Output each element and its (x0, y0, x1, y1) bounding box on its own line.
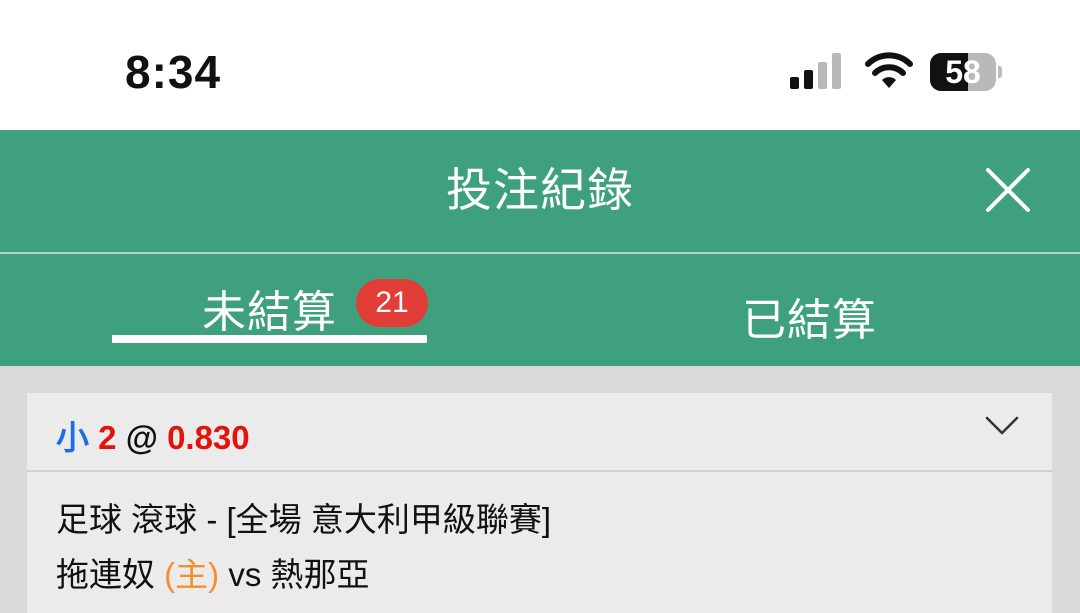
tab-unsettled[interactable]: 未結算 21 (0, 254, 540, 366)
chevron-down-icon[interactable] (985, 415, 1019, 437)
tab-settled[interactable]: 已結算 (540, 254, 1080, 366)
unsettled-count-badge: 21 (356, 279, 428, 327)
bet-summary-row[interactable]: 小 2 @ 0.830 (27, 393, 1052, 470)
tab-bar: 未結算 21 已結算 (0, 254, 1080, 366)
bet-selection: 小 (56, 419, 89, 456)
bet-card: 小 2 @ 0.830 足球 滾球 - [全場 意大利甲級聯賽] 拖連奴 (主)… (27, 393, 1052, 613)
battery-icon: 58 (930, 53, 1002, 91)
bet-line: 2 (98, 419, 117, 456)
home-tag: (主) (164, 556, 220, 593)
tab-unsettled-label: 未結算 (202, 288, 337, 337)
page-title: 投注紀錄 (446, 164, 634, 216)
bet-at-symbol: @ (125, 419, 158, 456)
wifi-icon (865, 52, 913, 88)
bet-odds: 0.830 (167, 419, 250, 456)
active-tab-indicator (112, 335, 427, 343)
battery-percent: 58 (945, 54, 981, 90)
bet-summary: 小 2 @ 0.830 (56, 411, 250, 459)
status-bar: 8:34 58 (0, 0, 1080, 130)
header-bar: 投注紀錄 (0, 130, 1080, 252)
home-team: 拖連奴 (56, 556, 155, 593)
close-icon[interactable] (978, 160, 1038, 220)
battery-body: 58 (930, 53, 996, 91)
bet-detail: 足球 滾球 - [全場 意大利甲級聯賽] 拖連奴 (主) vs 熱那亞 (27, 472, 1052, 613)
signal-icon (790, 53, 841, 89)
battery-tip (998, 66, 1002, 78)
bet-match: 拖連奴 (主) vs 熱那亞 (56, 548, 370, 596)
tab-settled-label: 已結算 (742, 296, 877, 345)
status-time: 8:34 (125, 46, 222, 98)
vs-label: vs (228, 556, 262, 593)
away-team: 熱那亞 (270, 556, 370, 593)
bet-competition: 足球 滾球 - [全場 意大利甲級聯賽] (56, 501, 551, 538)
